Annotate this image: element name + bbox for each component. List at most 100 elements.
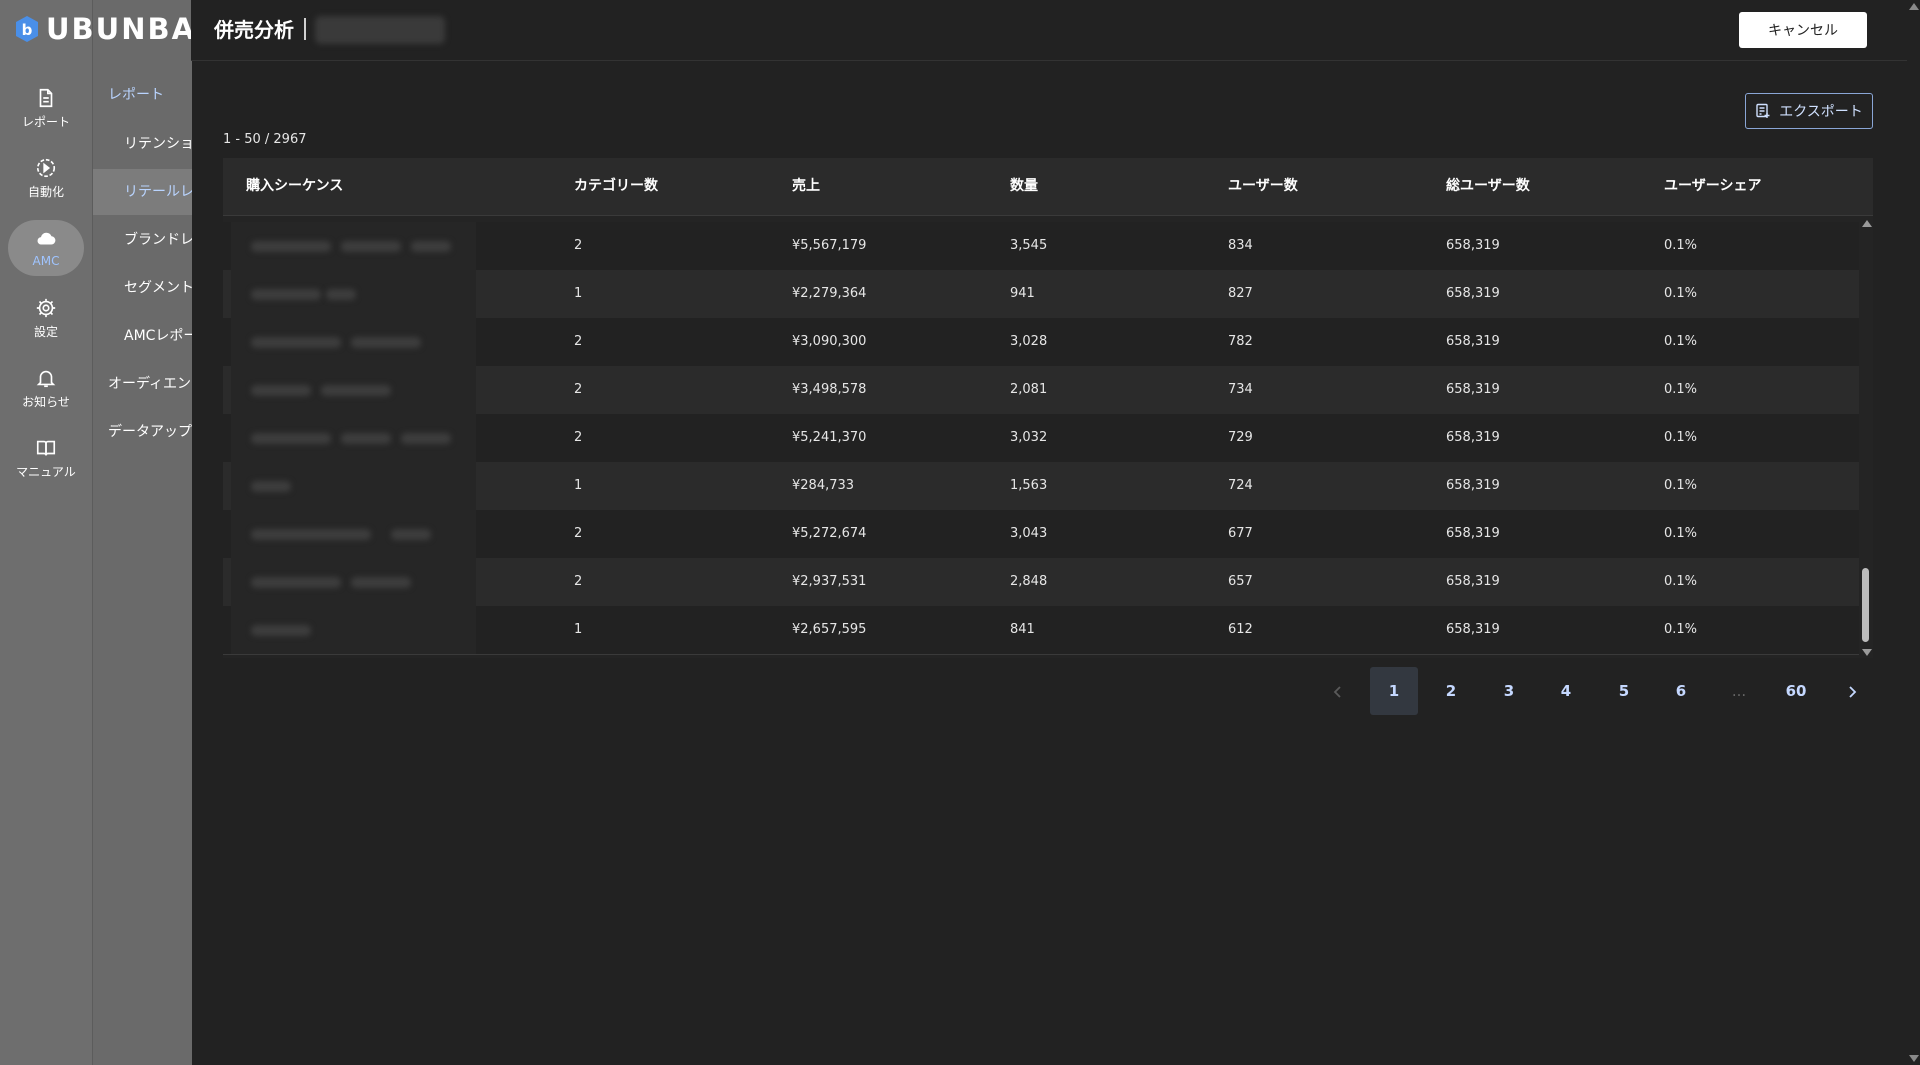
cell-quantity: 2,081 (1010, 382, 1048, 397)
cell-users: 729 (1228, 430, 1253, 445)
rail-item-automation[interactable]: 自動化 (8, 150, 84, 206)
cell-total-users: 658,319 (1446, 334, 1500, 349)
cell-user-share: 0.1% (1664, 526, 1698, 541)
gear-icon (36, 298, 56, 317)
cell-sales: ¥284,733 (792, 478, 855, 493)
redacted-sequence-cell (231, 462, 476, 510)
cell-total-users: 658,319 (1446, 478, 1500, 493)
scrollbar-thumb[interactable] (1862, 568, 1869, 642)
redacted-sequence-cell (231, 270, 476, 318)
cell-category-count: 2 (574, 574, 583, 589)
subnav-item-brand[interactable]: ブランドレポ (93, 217, 192, 263)
table-scrollbar[interactable] (1859, 218, 1873, 658)
column-header-category-count[interactable]: カテゴリー数 (574, 158, 658, 215)
column-header-users[interactable]: ユーザー数 (1228, 158, 1298, 215)
rail-item-amc[interactable]: AMC (8, 220, 84, 276)
cell-total-users: 658,319 (1446, 526, 1500, 541)
cell-quantity: 3,028 (1010, 334, 1048, 349)
cell-category-count: 2 (574, 238, 583, 253)
cell-users: 724 (1228, 478, 1253, 493)
cell-total-users: 658,319 (1446, 430, 1500, 445)
cancel-button[interactable]: キャンセル (1739, 12, 1867, 48)
logo[interactable]: b UBUNBAS (14, 12, 219, 46)
page-scrollbar[interactable] (1907, 0, 1920, 1065)
page-button-3[interactable]: 3 (1485, 667, 1533, 715)
cell-quantity: 1,563 (1010, 478, 1048, 493)
cell-user-share: 0.1% (1664, 574, 1698, 589)
page-title: 併売分析 (214, 18, 294, 42)
scroll-up-icon[interactable] (1862, 220, 1872, 227)
redacted-sequence-cell (231, 510, 476, 558)
cell-user-share: 0.1% (1664, 334, 1698, 349)
cell-quantity: 3,043 (1010, 526, 1048, 541)
page-button-6[interactable]: 6 (1657, 667, 1705, 715)
redacted-sequence-cell (231, 414, 476, 462)
cell-sales: ¥2,657,595 (792, 622, 867, 637)
cell-quantity: 841 (1010, 622, 1035, 637)
logo-mark-icon: b (14, 15, 40, 43)
rail-item-settings[interactable]: 設定 (8, 290, 84, 346)
cell-category-count: 2 (574, 334, 583, 349)
svg-text:b: b (22, 21, 33, 39)
redacted-sequence-cell (231, 222, 476, 270)
prev-page-button[interactable] (1314, 667, 1362, 715)
cell-category-count: 2 (574, 430, 583, 445)
column-header-user-share[interactable]: ユーザーシェア (1664, 158, 1761, 215)
chevron-right-icon (1849, 685, 1857, 698)
column-header-sequence[interactable]: 購入シーケンス (246, 158, 343, 215)
subnav-item-audience[interactable]: オーディエンス作 (93, 361, 192, 407)
cell-users: 657 (1228, 574, 1253, 589)
page-button-2[interactable]: 2 (1427, 667, 1475, 715)
table-row[interactable]: 1 ¥2,279,364 941 827 658,319 0.1% (223, 270, 1859, 319)
cell-users: 734 (1228, 382, 1253, 397)
page-ellipsis[interactable]: ... (1715, 667, 1763, 715)
table-row[interactable]: 1 ¥284,733 1,563 724 658,319 0.1% (223, 462, 1859, 511)
page-button-60[interactable]: 60 (1772, 667, 1820, 715)
cell-quantity: 2,848 (1010, 574, 1048, 589)
scroll-down-icon[interactable] (1862, 649, 1872, 656)
table-row[interactable]: 2 ¥2,937,531 2,848 657 658,319 0.1% (223, 558, 1859, 607)
table-row[interactable]: 1 ¥2,657,595 841 612 658,319 0.1% (223, 606, 1859, 655)
column-header-quantity[interactable]: 数量 (1010, 158, 1038, 215)
table-row[interactable]: 2 ¥5,241,370 3,032 729 658,319 0.1% (223, 414, 1859, 463)
sub-navigation: レポート リテンションレ リテールレポ ブランドレポ セグメント注 AMCレポー… (92, 0, 192, 1065)
next-page-button[interactable] (1828, 667, 1876, 715)
page-button-1[interactable]: 1 (1370, 667, 1418, 715)
rail-item-notifications[interactable]: お知らせ (8, 360, 84, 416)
cell-total-users: 658,319 (1446, 286, 1500, 301)
report-icon (39, 88, 53, 107)
subnav-item-retail[interactable]: リテールレポ (93, 169, 192, 215)
table-row[interactable]: 2 ¥5,567,179 3,545 834 658,319 0.1% (223, 222, 1859, 271)
subnav-item-amc-report[interactable]: AMCレポー (93, 313, 192, 359)
automation-icon (36, 158, 56, 177)
main-content: エクスポート 1 - 50 / 2967 購入シーケンス カテゴリー数 売上 数… (191, 61, 1907, 1065)
subnav-item-retention[interactable]: リテンションレ (93, 121, 192, 167)
table-row[interactable]: 2 ¥3,090,300 3,028 782 658,319 0.1% (223, 318, 1859, 367)
subnav-item-data-upload[interactable]: データアップロー (93, 409, 192, 455)
subnav-section-report[interactable]: レポート (93, 72, 192, 118)
rail-item-report[interactable]: レポート (8, 80, 84, 136)
column-header-total-users[interactable]: 総ユーザー数 (1446, 158, 1530, 215)
subnav-item-segment[interactable]: セグメント注 (93, 265, 192, 311)
table-row[interactable]: 2 ¥3,498,578 2,081 734 658,319 0.1% (223, 366, 1859, 415)
table-row[interactable]: 2 ¥5,272,674 3,043 677 658,319 0.1% (223, 510, 1859, 559)
cell-user-share: 0.1% (1664, 478, 1698, 493)
cell-users: 677 (1228, 526, 1253, 541)
cell-sales: ¥3,090,300 (792, 334, 867, 349)
export-button[interactable]: エクスポート (1745, 93, 1873, 129)
title-separator (304, 18, 306, 40)
table-header: 購入シーケンス カテゴリー数 売上 数量 ユーザー数 総ユーザー数 ユーザーシェ… (223, 158, 1873, 216)
redacted-sequence-cell (231, 366, 476, 414)
page-button-5[interactable]: 5 (1600, 667, 1648, 715)
cell-category-count: 2 (574, 526, 583, 541)
rail-item-manual[interactable]: マニュアル (8, 430, 84, 486)
cell-users: 834 (1228, 238, 1253, 253)
cell-category-count: 1 (574, 286, 583, 301)
redacted-sequence-cell (231, 318, 476, 366)
cell-quantity: 3,545 (1010, 238, 1048, 253)
column-header-sales[interactable]: 売上 (792, 158, 820, 215)
page-button-4[interactable]: 4 (1542, 667, 1590, 715)
cell-quantity: 941 (1010, 286, 1035, 301)
page-scroll-up-icon[interactable] (1909, 3, 1919, 10)
page-scroll-down-icon[interactable] (1909, 1055, 1919, 1062)
